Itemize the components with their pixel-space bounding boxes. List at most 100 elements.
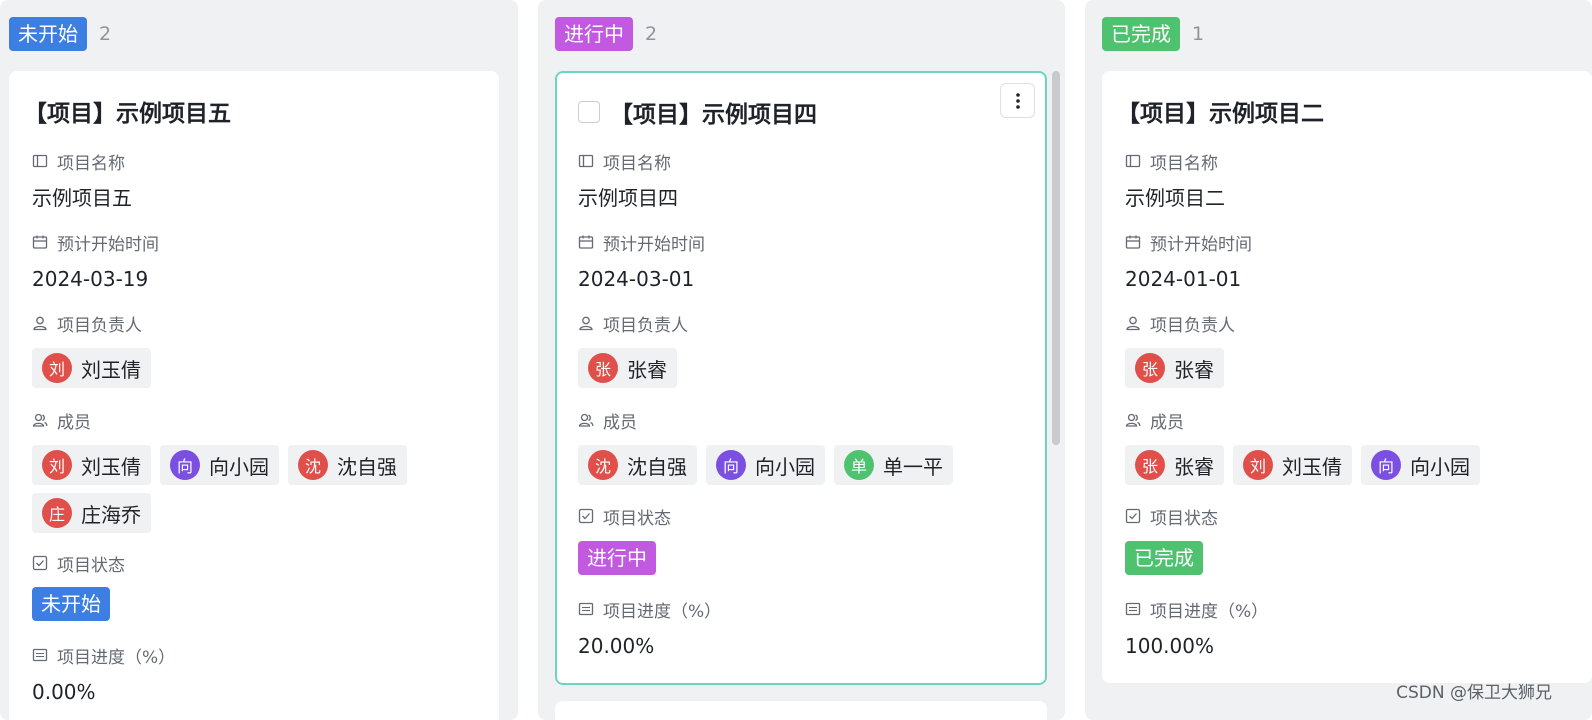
field-label-owner: 项目负责人 — [32, 311, 142, 336]
member-list: 沈 沈自强 向 向小园 单 单一平 — [578, 445, 1028, 485]
column-status-tag[interactable]: 未开始 — [9, 17, 87, 51]
project-card[interactable]: 【项目】示例项目二 项目名称 示例项目二 预计开始时间 2024-01-01 项… — [1102, 71, 1592, 683]
field-value-start-date: 2024-01-01 — [1125, 267, 1242, 291]
field-label-owner: 项目负责人 — [1125, 311, 1235, 336]
checkbox-field-icon — [32, 555, 48, 571]
avatar: 刘 — [1243, 450, 1273, 480]
text-field-icon — [32, 154, 48, 168]
field-value-project-name: 示例项目四 — [578, 186, 678, 210]
field-value-project-name: 示例项目二 — [1125, 186, 1225, 210]
column-header: 进行中 2 — [555, 17, 657, 51]
field-label-start-date: 预计开始时间 — [1125, 230, 1252, 255]
user-chip[interactable]: 向 向小园 — [160, 445, 279, 485]
user-chip[interactable]: 张 张睿 — [1125, 445, 1224, 485]
card-title[interactable]: 【项目】示例项目五 — [24, 94, 231, 128]
user-chip[interactable]: 张 张睿 — [1125, 348, 1224, 388]
field-label-state: 项目状态 — [578, 504, 671, 529]
field-label-members: 成员 — [578, 408, 637, 433]
user-chip[interactable]: 沈 沈自强 — [578, 445, 697, 485]
group-icon — [1125, 413, 1141, 427]
user-name: 张睿 — [627, 357, 667, 382]
calendar-icon — [578, 235, 594, 249]
calendar-icon — [1125, 235, 1141, 249]
kanban-column-not-started: 未开始 2 【项目】示例项目五 项目名称 示例项目五 预计开始时间 2024-0… — [0, 0, 518, 720]
user-name: 沈自强 — [627, 454, 687, 479]
user-chip[interactable]: 庄 庄海乔 — [32, 493, 151, 533]
project-card[interactable]: 【项目】示例项目五 项目名称 示例项目五 预计开始时间 2024-03-19 项… — [9, 71, 499, 720]
user-name: 沈自强 — [337, 454, 397, 479]
user-chip[interactable]: 刘 刘玉倩 — [1233, 445, 1352, 485]
group-icon — [32, 413, 48, 427]
field-value-progress: 100.00% — [1125, 634, 1214, 658]
column-scrollbar[interactable] — [1049, 71, 1062, 685]
avatar: 刘 — [42, 353, 72, 383]
member-list: 刘 刘玉倩 向 向小园 沈 沈自强 庄 庄海乔 — [32, 445, 482, 533]
user-name: 单一平 — [883, 454, 943, 479]
user-chip[interactable]: 刘 刘玉倩 — [32, 445, 151, 485]
column-count: 2 — [645, 23, 658, 45]
avatar: 张 — [1135, 353, 1165, 383]
avatar: 向 — [170, 450, 200, 480]
user-name: 张睿 — [1174, 454, 1214, 479]
owner-list: 张 张睿 — [578, 348, 1028, 388]
avatar: 向 — [716, 450, 746, 480]
more-options-button[interactable] — [1000, 83, 1035, 118]
field-label-start-date: 预计开始时间 — [578, 230, 705, 255]
avatar: 张 — [1135, 450, 1165, 480]
number-field-icon — [32, 648, 48, 662]
card-title[interactable]: 【项目】示例项目二 — [1117, 94, 1324, 128]
calendar-icon — [32, 235, 48, 249]
field-label-members: 成员 — [32, 408, 91, 433]
select-checkbox[interactable] — [578, 101, 600, 123]
owner-list: 张 张睿 — [1125, 348, 1575, 388]
user-name: 刘玉倩 — [1282, 454, 1342, 479]
column-status-tag[interactable]: 进行中 — [555, 17, 633, 51]
field-label-owner: 项目负责人 — [578, 311, 688, 336]
user-chip[interactable]: 向 向小园 — [1361, 445, 1480, 485]
user-name: 向小园 — [1410, 454, 1470, 479]
state-badge: 已完成 — [1125, 541, 1203, 575]
project-card[interactable]: 【项目】示例项目四 项目名称 示例项目四 预计开始时间 2024-03-01 项… — [555, 71, 1047, 685]
column-status-tag[interactable]: 已完成 — [1102, 17, 1180, 51]
field-label-project-name: 项目名称 — [578, 149, 671, 174]
user-chip[interactable]: 张 张睿 — [578, 348, 677, 388]
user-chip[interactable]: 刘 刘玉倩 — [32, 348, 151, 388]
user-name: 刘玉倩 — [81, 454, 141, 479]
card-title[interactable]: 【项目】示例项目四 — [610, 95, 817, 129]
person-icon — [33, 316, 47, 331]
field-value-project-name: 示例项目五 — [32, 186, 132, 210]
column-count: 1 — [1192, 23, 1205, 45]
scrollbar-thumb[interactable] — [1052, 71, 1060, 445]
state-badge: 进行中 — [578, 541, 656, 575]
card-title-row: 【项目】示例项目四 — [578, 95, 817, 129]
checkbox-field-icon — [1125, 508, 1141, 524]
field-value-progress: 0.00% — [32, 680, 96, 704]
field-label-progress: 项目进度（%） — [32, 643, 175, 668]
field-label-state: 项目状态 — [32, 551, 125, 576]
owner-list: 刘 刘玉倩 — [32, 348, 482, 388]
person-icon — [1126, 316, 1140, 331]
person-icon — [579, 316, 593, 331]
field-label-progress: 项目进度（%） — [578, 597, 721, 622]
avatar: 沈 — [588, 450, 618, 480]
user-chip[interactable]: 沈 沈自强 — [288, 445, 407, 485]
field-value-start-date: 2024-03-01 — [578, 267, 695, 291]
avatar: 向 — [1371, 450, 1401, 480]
field-value-progress: 20.00% — [578, 634, 655, 658]
project-card-partial[interactable] — [555, 701, 1047, 720]
user-name: 庄海乔 — [81, 502, 141, 527]
avatar: 张 — [588, 353, 618, 383]
column-count: 2 — [99, 23, 112, 45]
field-label-members: 成员 — [1125, 408, 1184, 433]
user-chip[interactable]: 向 向小园 — [706, 445, 825, 485]
user-name: 张睿 — [1174, 357, 1214, 382]
state-badge: 未开始 — [32, 587, 110, 621]
user-chip[interactable]: 单 单一平 — [834, 445, 953, 485]
more-vertical-icon — [1015, 92, 1020, 109]
kanban-column-in-progress: 进行中 2 【项目】示例项目四 项目名称 示例项目四 预计开始时间 2024-0… — [538, 0, 1065, 720]
watermark: CSDN @保卫大狮兄 — [1396, 683, 1552, 703]
user-name: 向小园 — [755, 454, 815, 479]
card-title-row: 【项目】示例项目五 — [24, 94, 231, 128]
avatar: 刘 — [42, 450, 72, 480]
user-name: 向小园 — [209, 454, 269, 479]
